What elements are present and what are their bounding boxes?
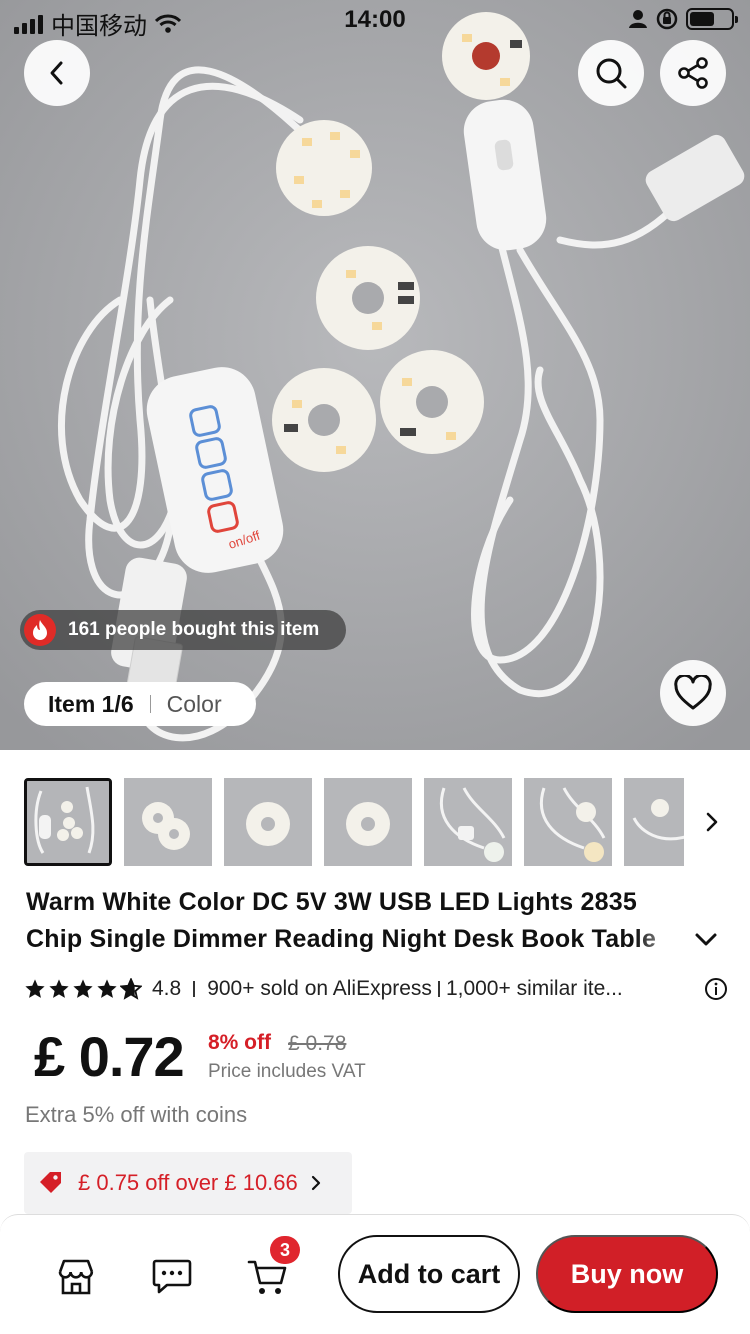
star-icon [49,979,69,998]
heart-icon [674,675,712,710]
discount-badge: 8% off [208,1031,271,1054]
battery-icon [686,8,738,30]
buy-now-button[interactable]: Buy now [536,1235,718,1313]
share-button[interactable] [660,40,726,106]
expand-title-button[interactable] [692,926,720,954]
status-bar: 中国移动 14:00 [0,0,750,40]
divider [149,695,151,713]
thumbnails-next-button[interactable] [696,806,728,838]
share-icon [678,57,708,89]
rating-value: 4.8 [152,977,182,1000]
thumbnail-5[interactable] [424,778,512,866]
favorite-button[interactable] [660,660,726,726]
search-button[interactable] [578,40,644,106]
rating-row[interactable]: 4.8 900+ sold on AliExpress 1,000+ simil… [24,974,728,1004]
current-price: £ 0.72 [34,1025,185,1088]
chevron-left-icon [50,61,63,85]
thumbnail-6[interactable] [524,778,612,866]
star-icon [73,979,93,998]
chat-icon [152,1259,192,1294]
person-icon [629,10,647,28]
product-title: Warm White Color DC 5V 3W USB LED Lights… [26,884,716,958]
info-icon[interactable] [704,977,728,1001]
coins-note: Extra 5% off with coins [25,1102,248,1127]
chevron-right-icon [706,812,718,832]
store-button[interactable] [48,1249,104,1305]
tag-icon [40,1172,61,1193]
bought-count-badge: 161 people bought this item [20,610,346,650]
original-price: £ 0.78 [288,1032,347,1055]
star-icon [97,979,117,998]
status-right [628,8,738,30]
cart-count-badge: 3 [270,1236,300,1264]
half-star-icon [120,978,142,1000]
item-counter-text: Item 1/6 [48,690,134,717]
variant-label: Color [166,690,222,717]
product-title-line-2: Chip Single Dimmer Reading Night Desk Bo… [26,925,657,953]
fire-icon [24,614,56,646]
sold-count: 900+ sold on AliExpress [207,977,432,1000]
chat-button[interactable] [144,1249,200,1305]
store-icon [58,1259,94,1295]
back-button[interactable] [24,40,90,106]
bought-count-text: 161 people bought this item [68,619,320,640]
divider [193,981,196,997]
thumbnail-7[interactable] [624,778,684,866]
image-counter[interactable]: Item 1/6 Color [24,682,256,726]
product-image[interactable]: on/off 中国移动 14:00 161 people bought this… [0,0,750,750]
divider [437,981,440,997]
chevron-down-icon [695,933,717,946]
thumbnail-strip[interactable] [24,778,684,866]
thumbnail-4[interactable] [324,778,412,866]
thumbnail-2[interactable] [124,778,212,866]
chevron-right-icon [311,1175,320,1191]
thumbnail-3[interactable] [224,778,312,866]
search-icon [596,58,627,89]
vat-note: Price includes VAT [208,1061,366,1082]
coupon-banner[interactable]: £ 0.75 off over £ 10.66 [24,1152,352,1214]
coupon-text: £ 0.75 off over £ 10.66 [78,1170,298,1195]
product-title-line-1: Warm White Color DC 5V 3W USB LED Lights… [26,888,637,916]
similar-items: 1,000+ similar ite... [445,977,623,1000]
star-icon [25,979,45,998]
orientation-lock-icon [656,8,678,30]
rating-stars [24,978,142,1000]
thumbnail-1[interactable] [24,778,112,866]
add-to-cart-button[interactable]: Add to cart [338,1235,520,1313]
